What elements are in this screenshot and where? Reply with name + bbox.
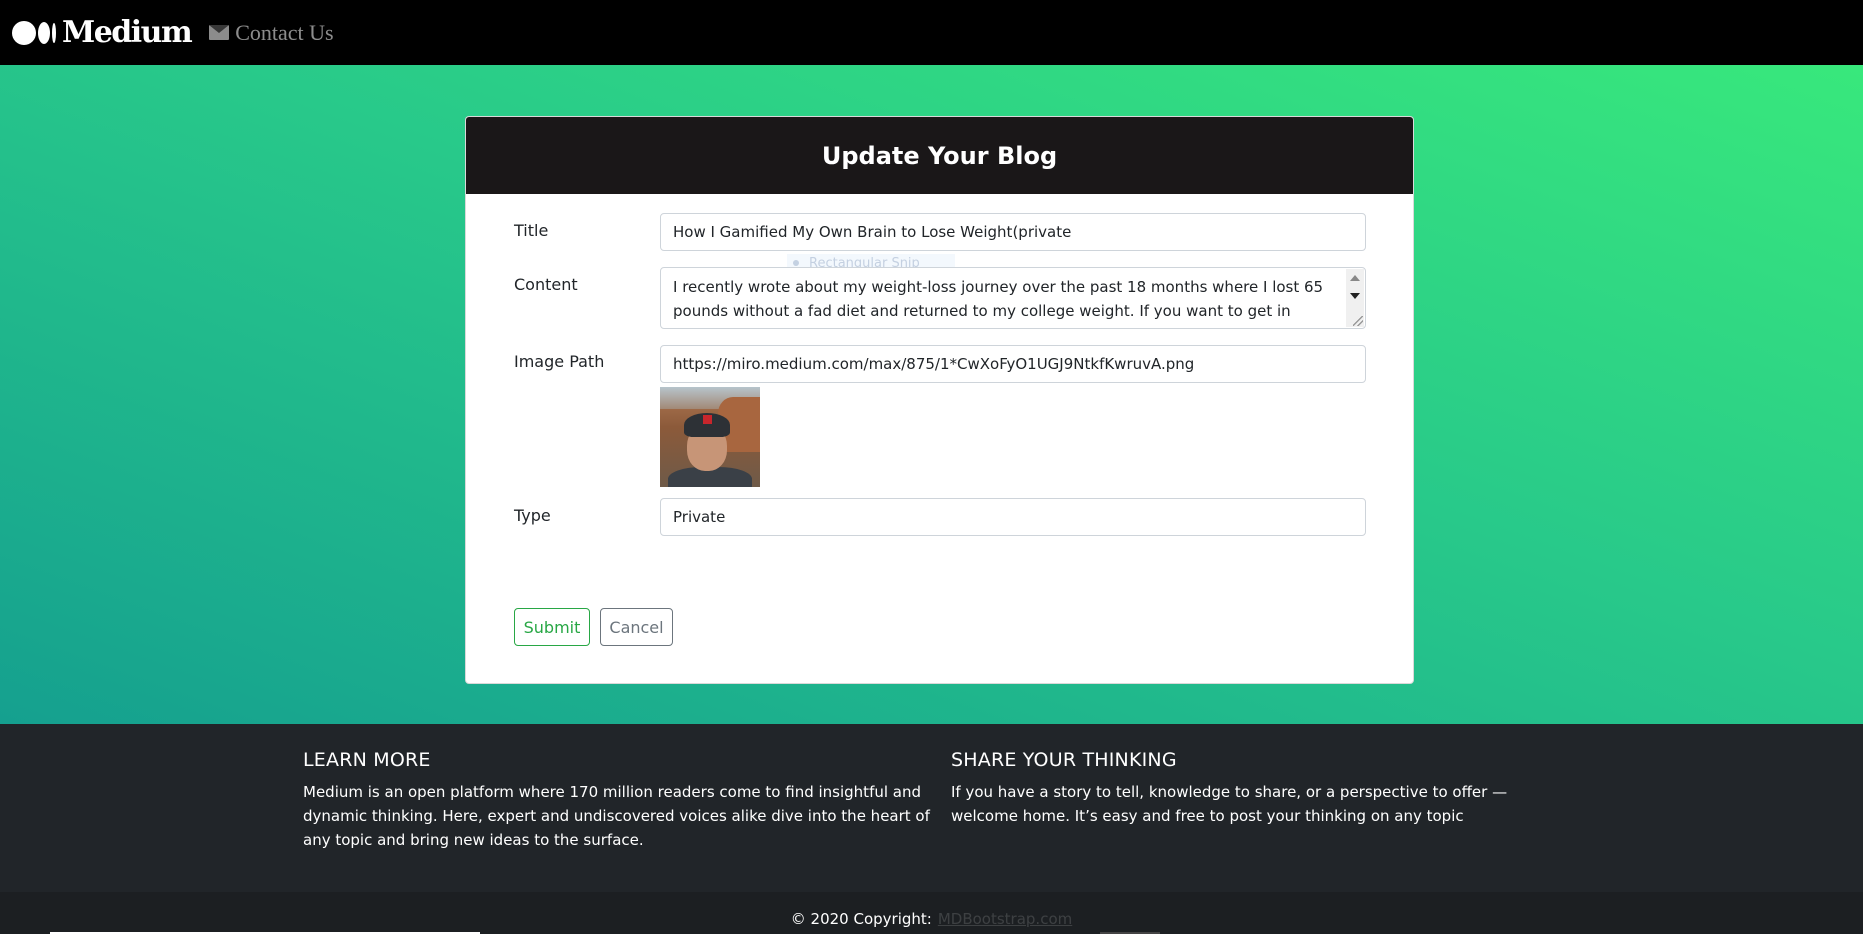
update-blog-card: Update Your Blog Title How I Gamified My… <box>465 116 1414 684</box>
share-thinking-text: If you have a story to tell, knowledge t… <box>951 783 1508 825</box>
snip-icon <box>793 260 799 266</box>
resize-grip-icon[interactable] <box>1353 316 1363 326</box>
title-label: Title <box>514 221 549 240</box>
scroll-up-icon[interactable] <box>1350 275 1360 281</box>
contact-us-label: Contact Us <box>235 19 334 45</box>
cancel-button[interactable]: Cancel <box>600 608 673 646</box>
share-thinking-section: SHARE YOUR THINKING If you have a story … <box>951 749 1571 828</box>
type-field[interactable]: Private <box>660 498 1366 536</box>
copyright-text: © 2020 Copyright: <box>790 910 932 928</box>
type-label: Type <box>514 506 551 525</box>
content-text: I recently wrote about my weight-loss jo… <box>673 278 1324 328</box>
brand-name: Medium <box>62 15 193 50</box>
navbar: Medium Contact Us <box>0 0 1863 65</box>
image-path-label: Image Path <box>514 352 605 371</box>
footer: LEARN MORE Medium is an open platform wh… <box>0 724 1863 892</box>
image-path-field[interactable]: https://miro.medium.com/max/875/1*CwXoFy… <box>660 345 1366 383</box>
brand-link[interactable]: Medium <box>12 15 193 50</box>
page-title: Update Your Blog <box>821 141 1058 170</box>
copyright-bar: © 2020 Copyright: MDBootstrap.com <box>0 892 1863 934</box>
medium-logo-icon <box>12 19 56 47</box>
learn-more-heading: LEARN MORE <box>303 749 431 771</box>
learn-more-section: LEARN MORE Medium is an open platform wh… <box>303 749 933 852</box>
envelope-icon <box>209 25 230 40</box>
copyright-link[interactable]: MDBootstrap.com <box>938 910 1072 928</box>
main-section: Update Your Blog Title How I Gamified My… <box>0 65 1863 724</box>
update-blog-form: Title How I Gamified My Own Brain to Los… <box>466 194 1413 683</box>
scroll-down-icon[interactable] <box>1350 293 1360 299</box>
submit-button[interactable]: Submit <box>514 608 590 646</box>
title-field[interactable]: How I Gamified My Own Brain to Lose Weig… <box>660 213 1366 251</box>
content-textarea[interactable]: I recently wrote about my weight-loss jo… <box>660 267 1366 329</box>
card-header: Update Your Blog <box>466 117 1413 194</box>
image-preview <box>660 387 760 487</box>
share-thinking-heading: SHARE YOUR THINKING <box>951 749 1177 771</box>
content-label: Content <box>514 275 578 294</box>
contact-us-link[interactable]: Contact Us <box>209 19 334 46</box>
learn-more-text: Medium is an open platform where 170 mil… <box>303 783 930 849</box>
